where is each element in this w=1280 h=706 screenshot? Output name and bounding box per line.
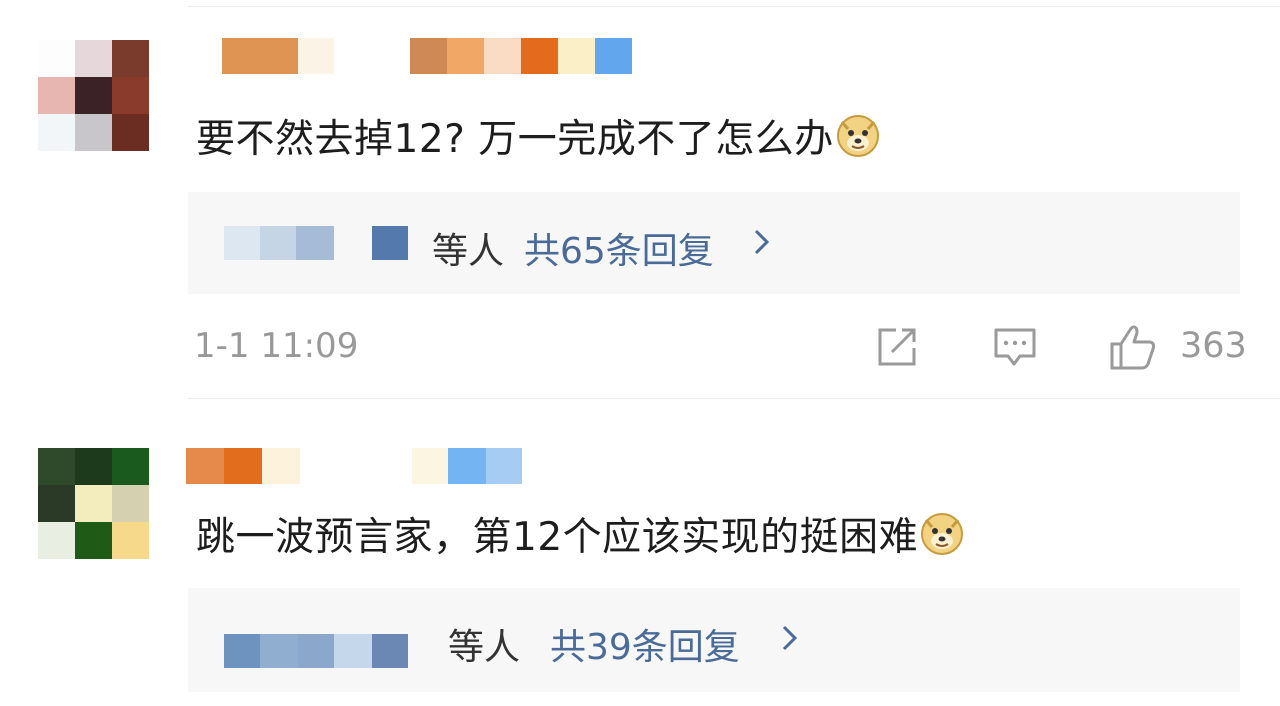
comment-body: 跳一波预言家，第12个应该实现的挺困难 bbox=[196, 515, 919, 560]
comment-divider bbox=[188, 398, 1280, 399]
reply-etc-label: 等人 bbox=[448, 627, 521, 668]
comment-body: 要不然去掉12? 万一完成不了怎么办 bbox=[196, 117, 834, 162]
replier-names-blurred bbox=[224, 634, 408, 668]
reply-count-link[interactable]: 共39条回复 bbox=[550, 618, 740, 670]
reply-preview-box[interactable]: 等人 共39条回复 bbox=[188, 588, 1240, 692]
comment-text: 要不然去掉12? 万一完成不了怎么办 bbox=[196, 114, 880, 164]
doge-emoji-icon bbox=[921, 513, 964, 555]
like-count: 363 bbox=[1180, 326, 1247, 366]
thumbs-up-icon[interactable] bbox=[1108, 322, 1158, 372]
reply-count-link[interactable]: 共65条回复 bbox=[524, 222, 714, 274]
avatar[interactable] bbox=[38, 40, 149, 151]
share-icon[interactable] bbox=[874, 324, 920, 370]
doge-emoji-icon bbox=[836, 115, 879, 157]
username-blurred[interactable] bbox=[222, 38, 632, 74]
comment-time: 1-1 11:09 bbox=[194, 326, 359, 366]
chevron-right-icon bbox=[754, 229, 770, 255]
reply-etc-label: 等人 bbox=[432, 231, 505, 272]
top-divider bbox=[188, 6, 1280, 7]
comment-text: 跳一波预言家，第12个应该实现的挺困难 bbox=[196, 512, 964, 562]
reply-preview-box[interactable]: 等人 共65条回复 bbox=[188, 192, 1240, 294]
replier-names-blurred bbox=[224, 226, 408, 260]
avatar[interactable] bbox=[38, 448, 149, 559]
username-blurred[interactable] bbox=[186, 448, 522, 484]
chevron-right-icon bbox=[782, 625, 798, 651]
comment-icon[interactable] bbox=[992, 324, 1038, 370]
